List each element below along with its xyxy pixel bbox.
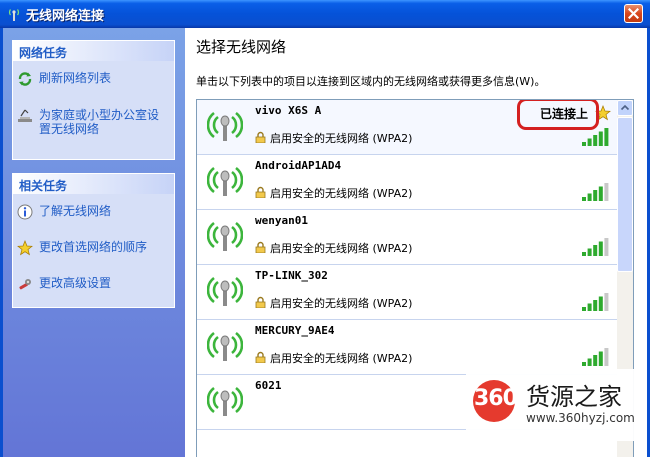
watermark: 360 货源之家 www.360hyzj.com	[466, 369, 646, 441]
signal-bar	[593, 135, 598, 146]
refresh-icon	[18, 72, 32, 86]
wireless-network-icon	[207, 331, 243, 361]
wireless-network-icon	[207, 276, 243, 306]
signal-bar	[587, 358, 592, 366]
scroll-thumb[interactable]	[617, 117, 633, 272]
signal-bar	[598, 131, 603, 146]
network-setup-icon	[18, 109, 32, 122]
network-ssid: wenyan01	[255, 214, 308, 227]
signal-bar	[598, 351, 603, 366]
signal-bar	[587, 248, 592, 256]
wireless-network-icon	[207, 166, 243, 196]
title-bar[interactable]: 无线网络连接	[0, 0, 650, 28]
watermark-number: 360	[474, 386, 518, 411]
network-security: 启用安全的无线网络 (WPA2)	[270, 132, 413, 145]
signal-bar	[582, 142, 586, 146]
signal-bar	[582, 197, 586, 201]
change-preferred-order-label: 更改首选网络的顺序	[39, 240, 148, 254]
signal-bar	[593, 300, 598, 311]
signal-strength-icon	[582, 128, 609, 146]
related-tasks-panel: 相关任务 了解无线网络 更改首选网络的顺序 更改高级设置	[12, 173, 175, 308]
signal-bar	[582, 252, 586, 256]
task-pane: 网络任务 刷新网络列表 为家庭或小型办公室设置无线网络 相关任务 了解无线网络 …	[3, 28, 185, 457]
highlight-annotation	[517, 100, 599, 130]
setup-home-network-label: 为家庭或小型办公室设置无线网络	[39, 108, 160, 136]
lock-icon	[255, 351, 266, 363]
signal-bar	[582, 307, 586, 311]
signal-bar	[604, 348, 609, 366]
signal-strength-icon	[582, 348, 609, 366]
signal-strength-icon	[582, 238, 609, 256]
signal-bar	[587, 138, 592, 146]
network-tasks-panel: 网络任务 刷新网络列表 为家庭或小型办公室设置无线网络	[12, 40, 175, 160]
wireless-network-icon	[207, 111, 243, 141]
signal-bar	[598, 241, 603, 256]
learn-wireless-label: 了解无线网络	[39, 204, 112, 218]
signal-strength-icon	[582, 183, 609, 201]
watermark-url: www.360hyzj.com	[526, 411, 635, 425]
related-tasks-header: 相关任务	[13, 174, 174, 194]
network-ssid: 6021	[255, 379, 282, 392]
network-ssid: AndroidAP1AD4	[255, 159, 342, 172]
network-security: 启用安全的无线网络 (WPA2)	[270, 352, 413, 365]
page-title: 选择无线网络	[196, 38, 287, 56]
network-item[interactable]: wenyan01 启用安全的无线网络 (WPA2)	[197, 210, 617, 265]
lock-icon	[255, 241, 266, 253]
network-security: 启用安全的无线网络 (WPA2)	[270, 187, 413, 200]
lock-icon	[255, 131, 266, 143]
signal-bar	[604, 293, 609, 311]
signal-strength-icon	[582, 293, 609, 311]
close-icon	[628, 8, 639, 19]
wireless-network-window: 无线网络连接 网络任务 刷新网络列表 为家庭或小型办公室设置无线网络 相关任务 …	[0, 0, 650, 457]
wireless-network-icon	[207, 221, 243, 251]
signal-bar	[604, 128, 609, 146]
network-security: 启用安全的无线网络 (WPA2)	[270, 242, 413, 255]
chevron-up-icon	[620, 104, 630, 111]
signal-bar	[587, 193, 592, 201]
lock-icon	[255, 296, 266, 308]
signal-bar	[598, 296, 603, 311]
signal-bar	[593, 190, 598, 201]
network-item[interactable]: TP-LINK_302 启用安全的无线网络 (WPA2)	[197, 265, 617, 320]
signal-bar	[587, 303, 592, 311]
signal-bar	[593, 355, 598, 366]
network-ssid: vivo X6S A	[255, 104, 322, 117]
signal-bar	[604, 238, 609, 256]
signal-bar	[582, 362, 586, 366]
window-title: 无线网络连接	[26, 9, 105, 24]
info-icon	[17, 204, 33, 220]
watermark-brand: 货源之家	[526, 383, 622, 411]
refresh-network-list-label: 刷新网络列表	[39, 71, 112, 85]
signal-bar	[593, 245, 598, 256]
change-advanced-settings-label: 更改高级设置	[39, 276, 112, 290]
signal-bar	[604, 183, 609, 201]
instruction-text: 单击以下列表中的项目以连接到区域内的无线网络或获得更多信息(W)。	[196, 75, 546, 88]
signal-bar	[598, 186, 603, 201]
network-ssid: MERCURY_9AE4	[255, 324, 335, 337]
scroll-up-button[interactable]	[617, 100, 633, 116]
wireless-icon	[8, 9, 20, 21]
close-button[interactable]	[624, 4, 643, 23]
network-ssid: TP-LINK_302	[255, 269, 328, 282]
star-icon	[17, 240, 33, 256]
network-security: 启用安全的无线网络 (WPA2)	[270, 297, 413, 310]
lock-icon	[255, 186, 266, 198]
network-item[interactable]: AndroidAP1AD4 启用安全的无线网络 (WPA2)	[197, 155, 617, 210]
wireless-network-icon	[207, 386, 243, 416]
network-tasks-header: 网络任务	[13, 41, 174, 61]
settings-icon	[19, 279, 31, 290]
network-item[interactable]: MERCURY_9AE4 启用安全的无线网络 (WPA2)	[197, 320, 617, 375]
